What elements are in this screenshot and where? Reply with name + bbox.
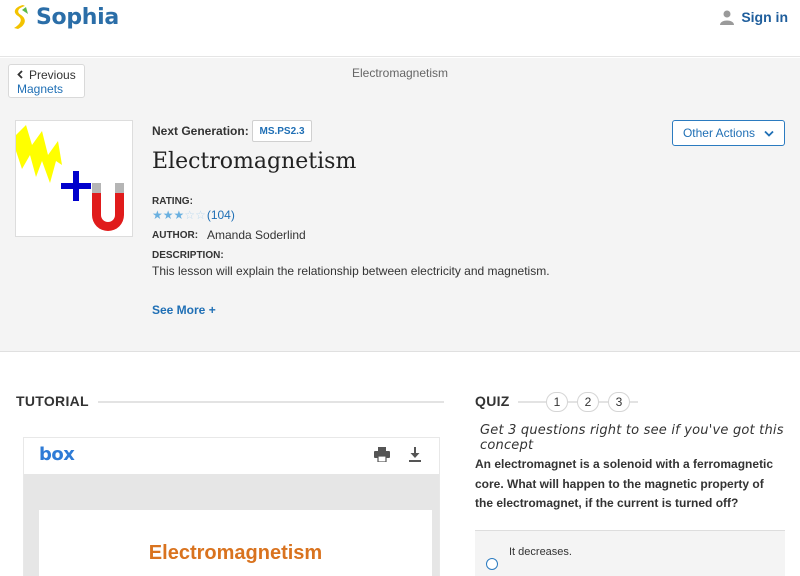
star-rating[interactable]: ★ ★ ★ ☆ ☆ (104) (152, 208, 235, 222)
lesson-thumbnail (15, 120, 133, 237)
box-logo: box (39, 444, 75, 465)
answer-option[interactable]: It decreases. (475, 530, 785, 576)
standard-badge[interactable]: MS.PS2.3 (252, 120, 312, 142)
quiz-step-2[interactable]: 2 (577, 392, 599, 412)
lesson-info-panel: Previous Magnets Electromagnetism Next G… (0, 58, 800, 352)
document-viewer[interactable]: box Electromagnetism (23, 437, 440, 576)
standard-label: Next Generation: (152, 124, 249, 138)
viewer-toolbar: box (24, 438, 439, 474)
other-actions-label: Other Actions (682, 126, 756, 140)
document-page: Electromagnetism (39, 510, 432, 576)
star-empty-icon: ☆ (195, 208, 206, 222)
sophia-logo[interactable]: Sophia (9, 4, 119, 30)
star-full-icon: ★ (152, 208, 163, 222)
breadcrumb-current: Electromagnetism (351, 66, 449, 80)
other-actions-button[interactable]: Other Actions (672, 120, 785, 146)
radio-button[interactable] (486, 558, 498, 570)
sophia-logo-icon (14, 5, 28, 29)
download-icon[interactable] (408, 447, 422, 468)
author-label: AUTHOR: (152, 230, 199, 241)
quiz-heading: QUIZ (475, 393, 510, 409)
quiz-step-1[interactable]: 1 (546, 392, 568, 412)
previous-target[interactable]: Magnets (17, 82, 63, 96)
chevron-down-icon (764, 126, 774, 140)
description-label: DESCRIPTION: (152, 250, 224, 261)
document-title: Electromagnetism (148, 542, 323, 564)
site-header: Sophia Sign in (0, 0, 800, 57)
lesson-description: This lesson will explain the relationshi… (152, 264, 550, 278)
user-icon (720, 10, 735, 25)
sign-in-link[interactable]: Sign in (720, 9, 788, 25)
page-title: Electromagnetism (152, 149, 357, 174)
rating-label: RATING: (152, 196, 193, 207)
quiz-step-3[interactable]: 3 (608, 392, 630, 412)
star-full-icon: ★ (162, 208, 174, 222)
quiz-question: An electromagnet is a solenoid with a fe… (475, 457, 774, 510)
see-more-link[interactable]: See More + (152, 303, 216, 317)
answer-label: It decreases. (509, 546, 572, 558)
tutorial-divider (98, 401, 444, 403)
quiz-tagline: Get 3 questions right to see if you've g… (480, 423, 784, 453)
author-name: Amanda Soderlind (207, 228, 306, 242)
star-half-icon: ★ (173, 208, 185, 222)
star-empty-icon: ☆ (184, 208, 196, 222)
brand-name: Sophia (36, 4, 119, 30)
rating-count[interactable]: (104) (207, 208, 235, 222)
sign-in-label: Sign in (741, 9, 788, 25)
print-icon[interactable] (374, 447, 390, 467)
tutorial-heading: TUTORIAL (16, 393, 89, 409)
